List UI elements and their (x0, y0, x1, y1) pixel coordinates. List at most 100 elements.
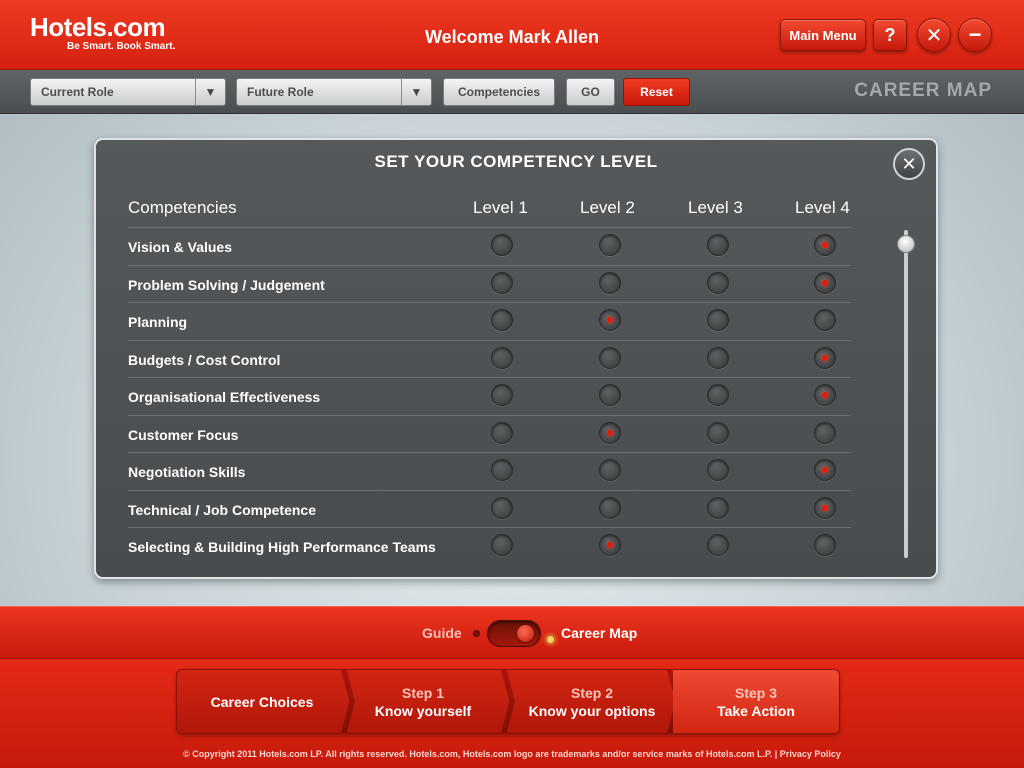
level-2-radio[interactable] (599, 459, 621, 481)
panel-title: SET YOUR COMPETENCY LEVEL (374, 152, 658, 171)
level-2-radio[interactable] (599, 422, 621, 444)
column-header-level-3: Level 3 (688, 198, 743, 217)
step-number: Step 3 (734, 684, 777, 701)
level-4-radio[interactable] (814, 459, 836, 481)
minimize-icon: − (968, 22, 982, 47)
competency-label: Problem Solving / Judgement (128, 277, 325, 293)
competency-label: Planning (128, 314, 188, 330)
step-label: Career Choices (210, 693, 314, 710)
level-3-radio[interactable] (707, 459, 729, 481)
current-role-select[interactable]: Current Role ▼ (30, 78, 226, 106)
row-divider (128, 302, 851, 303)
row-divider (128, 452, 851, 453)
mode-toggle-switch[interactable] (487, 620, 541, 647)
scrollbar-track[interactable] (904, 230, 908, 558)
level-4-radio[interactable] (814, 497, 836, 519)
row-divider (128, 340, 851, 341)
level-3-radio[interactable] (707, 309, 729, 331)
panel-close-button[interactable]: ✕ (893, 148, 925, 180)
future-role-label: Future Role (247, 85, 314, 99)
go-button[interactable]: GO (566, 78, 615, 106)
step-label: Know yourself (374, 702, 472, 719)
guide-mode-label[interactable]: Guide (422, 625, 462, 641)
step-know-your-options[interactable]: Step 2 Know your options (507, 670, 677, 733)
level-1-radio[interactable] (491, 234, 513, 256)
level-3-radio[interactable] (707, 272, 729, 294)
row-divider (128, 377, 851, 378)
row-divider (128, 265, 851, 266)
level-2-radio[interactable] (599, 347, 621, 369)
column-header-level-4: Level 4 (795, 198, 850, 217)
level-1-radio[interactable] (491, 347, 513, 369)
future-role-select[interactable]: Future Role ▼ (236, 78, 432, 106)
level-3-radio[interactable] (707, 497, 729, 519)
close-app-button[interactable]: ✕ (917, 18, 951, 52)
level-2-radio[interactable] (599, 272, 621, 294)
competency-label: Customer Focus (128, 427, 239, 443)
competency-label: Vision & Values (128, 239, 233, 255)
competency-label: Selecting & Building High Performance Te… (128, 539, 436, 555)
close-icon: ✕ (925, 24, 943, 47)
scrollbar-thumb[interactable] (897, 235, 915, 253)
toolbar: Current Role ▼ Future Role ▼ Competencie… (0, 70, 1024, 114)
close-icon: ✕ (901, 153, 917, 174)
page-title: CAREER MAP (854, 80, 992, 101)
level-3-radio[interactable] (707, 347, 729, 369)
level-3-radio[interactable] (707, 384, 729, 406)
main-menu-button[interactable]: Main Menu (780, 19, 866, 51)
toggle-knob[interactable] (516, 624, 535, 643)
column-header-competencies: Competencies (128, 198, 237, 217)
row-divider (128, 490, 851, 491)
level-4-radio[interactable] (814, 272, 836, 294)
row-divider (128, 527, 851, 528)
competency-panel: SET YOUR COMPETENCY LEVEL ✕ Competencies… (94, 138, 938, 579)
row-divider (128, 227, 851, 228)
column-header-level-2: Level 2 (580, 198, 635, 217)
step-number: Step 1 (401, 684, 444, 701)
career-map-mode-label[interactable]: Career Map (561, 625, 637, 641)
competency-label: Budgets / Cost Control (128, 352, 281, 368)
minimize-button[interactable]: − (958, 18, 992, 52)
level-1-radio[interactable] (491, 272, 513, 294)
step-know-yourself[interactable]: Step 1 Know yourself (347, 670, 499, 733)
level-2-radio[interactable] (599, 309, 621, 331)
level-3-radio[interactable] (707, 234, 729, 256)
level-3-radio[interactable] (707, 422, 729, 444)
level-4-radio[interactable] (814, 534, 836, 556)
reset-button[interactable]: Reset (623, 78, 690, 106)
level-4-radio[interactable] (814, 234, 836, 256)
level-1-radio[interactable] (491, 459, 513, 481)
level-2-radio[interactable] (599, 234, 621, 256)
level-1-radio[interactable] (491, 309, 513, 331)
level-2-radio[interactable] (599, 384, 621, 406)
competency-label: Negotiation Skills (128, 464, 246, 480)
level-4-radio[interactable] (814, 384, 836, 406)
current-role-label: Current Role (41, 85, 114, 99)
level-4-radio[interactable] (814, 422, 836, 444)
step-label: Take Action (717, 702, 795, 719)
level-1-radio[interactable] (491, 422, 513, 444)
level-2-radio[interactable] (599, 534, 621, 556)
step-take-action[interactable]: Step 3 Take Action (673, 670, 839, 733)
app-header: Hotels.com Be Smart. Book Smart. Welcome… (0, 0, 1024, 70)
step-number: Step 2 (570, 684, 613, 701)
level-2-radio[interactable] (599, 497, 621, 519)
column-header-level-1: Level 1 (473, 198, 528, 217)
step-career-choices[interactable]: Career Choices (177, 670, 347, 733)
chevron-down-icon[interactable]: ▼ (195, 79, 225, 105)
level-3-radio[interactable] (707, 534, 729, 556)
guide-indicator-dot (473, 630, 480, 637)
chevron-down-icon[interactable]: ▼ (401, 79, 431, 105)
help-button[interactable]: ? (873, 19, 907, 51)
level-4-radio[interactable] (814, 347, 836, 369)
competency-label: Technical / Job Competence (128, 502, 317, 518)
career-map-indicator-dot (546, 635, 555, 644)
competencies-button[interactable]: Competencies (443, 78, 555, 106)
competency-label: Organisational Effectiveness (128, 389, 321, 405)
level-1-radio[interactable] (491, 497, 513, 519)
row-divider (128, 415, 851, 416)
level-1-radio[interactable] (491, 384, 513, 406)
mode-toggle-bar: Guide Career Map (0, 606, 1024, 659)
level-4-radio[interactable] (814, 309, 836, 331)
level-1-radio[interactable] (491, 534, 513, 556)
